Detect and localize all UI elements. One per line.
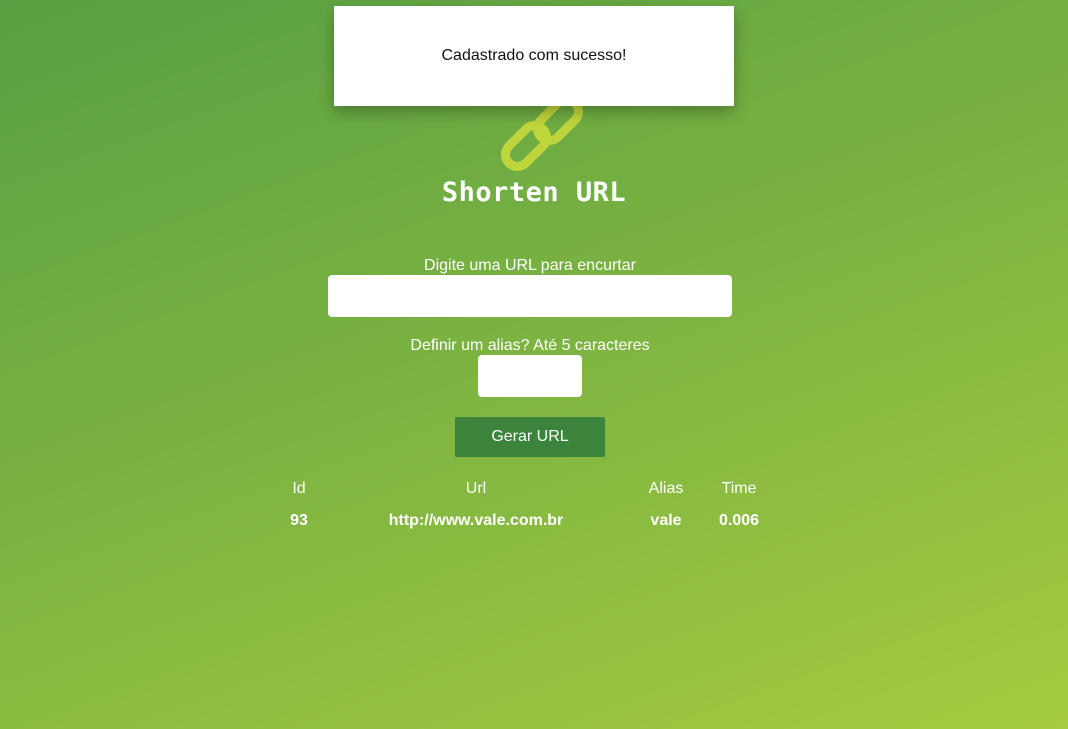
- alias-input[interactable]: [478, 355, 582, 397]
- generate-url-button[interactable]: Gerar URL: [455, 417, 605, 457]
- app-title: Shorten URL: [441, 177, 627, 208]
- url-input[interactable]: [328, 275, 732, 317]
- column-header-alias: Alias: [648, 480, 684, 497]
- row-id-cell: 93: [290, 512, 308, 529]
- chain-link-icon: [501, 96, 583, 171]
- success-toast: Cadastrado com sucesso!: [334, 6, 734, 106]
- row-alias-cell: vale: [650, 512, 682, 529]
- row-url-cell: http://www.vale.com.br: [388, 512, 564, 529]
- url-field-label: Digite uma URL para encurtar: [424, 257, 636, 274]
- row-time-cell: 0.006: [718, 512, 760, 529]
- column-header-time: Time: [721, 480, 757, 497]
- alias-field-label: Definir um alias? Até 5 caracteres: [410, 337, 650, 354]
- column-header-id: Id: [292, 480, 306, 497]
- toast-message: Cadastrado com sucesso!: [441, 47, 627, 64]
- column-header-url: Url: [465, 480, 487, 497]
